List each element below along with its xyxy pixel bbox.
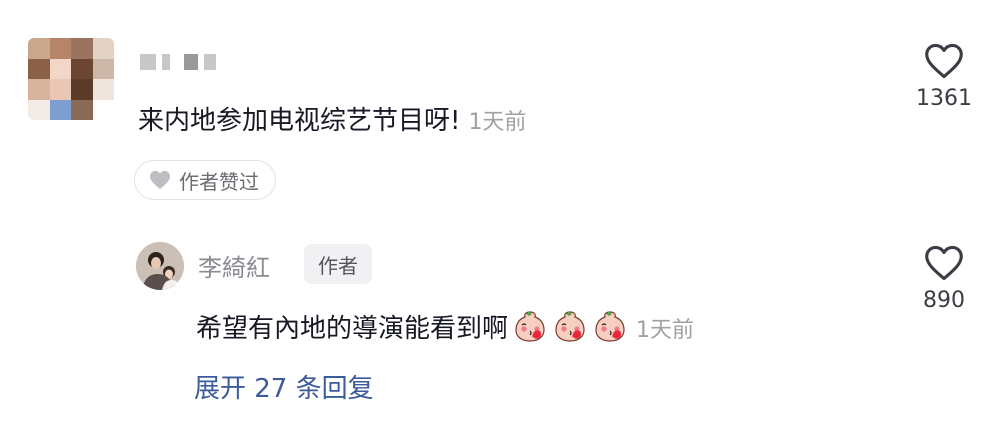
reply-text: 希望有內地的導演能看到啊	[196, 314, 509, 344]
avatar-photo	[136, 242, 184, 290]
blushing-face-emoji	[552, 309, 588, 343]
blushing-face-emoji	[512, 309, 548, 343]
comment-body: 来内地参加电视综艺节目呀! 1天前	[138, 100, 526, 137]
reply-body: 希望有內地的導演能看到啊 1天前	[196, 308, 694, 345]
author-tag: 作者	[304, 244, 372, 284]
reply-author-name[interactable]: 李綺紅	[198, 248, 270, 283]
heart-outline-icon[interactable]	[923, 244, 965, 282]
author-liked-badge: 作者赞过	[134, 160, 276, 200]
commenter-avatar[interactable]	[28, 38, 114, 120]
expand-replies-link[interactable]: 展开 27 条回复	[194, 368, 374, 405]
reply-time: 1天前	[636, 318, 695, 343]
comment-time: 1天前	[468, 110, 527, 135]
comment-like-count: 1361	[916, 86, 972, 111]
reply-like[interactable]: 890	[904, 244, 984, 313]
heart-outline-icon[interactable]	[923, 42, 965, 80]
author-liked-label: 作者赞过	[179, 169, 259, 194]
comment-like[interactable]: 1361	[904, 42, 984, 111]
heart-icon	[150, 170, 170, 190]
blushing-face-emoji	[592, 309, 628, 343]
reply-like-count: 890	[923, 288, 965, 313]
reply-author-avatar[interactable]	[136, 242, 184, 290]
commenter-name-redacted[interactable]	[140, 54, 222, 72]
comment-text: 来内地参加电视综艺节目呀!	[138, 106, 461, 136]
